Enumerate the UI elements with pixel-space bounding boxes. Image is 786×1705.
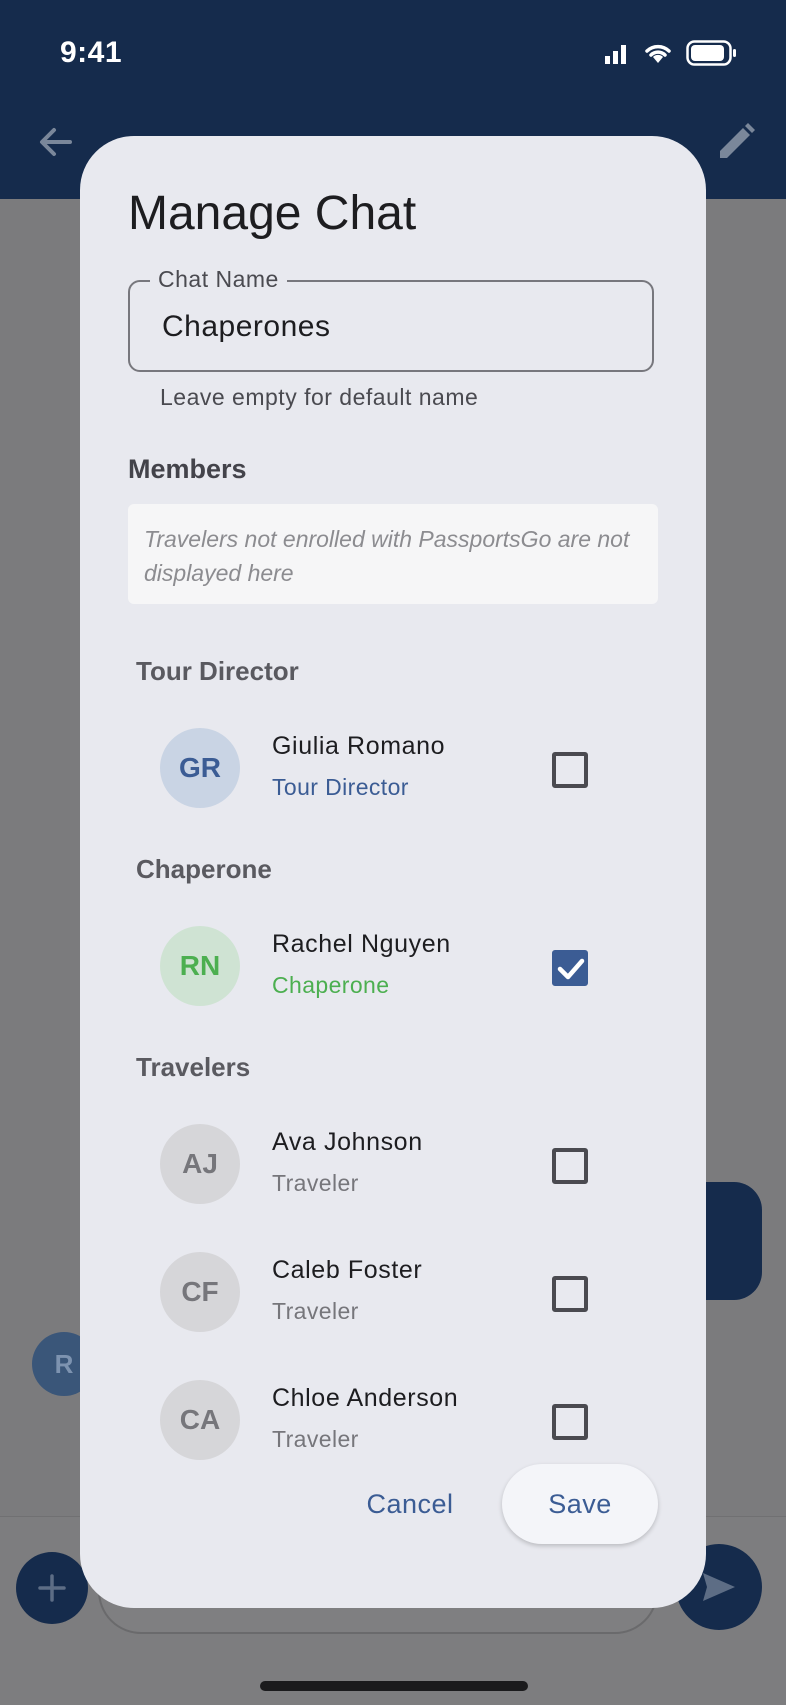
member-row[interactable]: RN Rachel Nguyen Chaperone bbox=[80, 912, 706, 1012]
avatar: AJ bbox=[160, 1124, 240, 1204]
member-role: Traveler bbox=[272, 1298, 359, 1324]
member-checkbox[interactable] bbox=[552, 1276, 588, 1312]
member-role: Traveler bbox=[272, 1426, 359, 1452]
members-list[interactable]: Tour Director GR Giulia Romano Tour Dire… bbox=[80, 636, 706, 1552]
battery-icon bbox=[686, 40, 736, 66]
edit-pencil-icon[interactable] bbox=[714, 120, 758, 164]
chat-name-label: Chat Name bbox=[150, 266, 287, 293]
member-name: Caleb Foster bbox=[272, 1256, 423, 1284]
member-role: Tour Director bbox=[272, 774, 409, 800]
avatar: GR bbox=[160, 728, 240, 808]
dialog-actions: Cancel Save bbox=[80, 1464, 706, 1564]
avatar: RN bbox=[160, 926, 240, 1006]
member-row[interactable]: GR Giulia Romano Tour Director bbox=[80, 714, 706, 814]
member-checkbox[interactable] bbox=[552, 1404, 588, 1440]
signal-icon bbox=[605, 45, 626, 64]
send-icon bbox=[703, 1573, 735, 1601]
status-time: 9:41 bbox=[60, 36, 123, 69]
manage-chat-dialog: Manage Chat Chat Name Chaperones Leave e… bbox=[80, 136, 706, 1608]
section-tour-director: Tour Director bbox=[136, 656, 299, 686]
member-role: Chaperone bbox=[272, 972, 390, 998]
member-row[interactable]: CA Chloe Anderson Traveler bbox=[80, 1366, 706, 1466]
members-title: Members bbox=[128, 454, 247, 484]
member-name: Giulia Romano bbox=[272, 732, 446, 760]
add-attachment-button[interactable] bbox=[16, 1552, 88, 1624]
member-row[interactable]: CF Caleb Foster Traveler bbox=[80, 1238, 706, 1338]
dialog-title: Manage Chat bbox=[128, 187, 417, 240]
member-checkbox[interactable] bbox=[552, 1148, 588, 1184]
section-chaperone: Chaperone bbox=[136, 854, 272, 884]
checkmark-icon bbox=[557, 958, 585, 980]
home-indicator bbox=[260, 1681, 528, 1691]
chat-name-field[interactable]: Chat Name Chaperones bbox=[128, 266, 654, 372]
section-travelers: Travelers bbox=[136, 1052, 251, 1082]
save-button[interactable]: Save bbox=[502, 1464, 658, 1544]
wifi-icon bbox=[645, 44, 671, 63]
member-checkbox[interactable] bbox=[552, 752, 588, 788]
member-name: Rachel Nguyen bbox=[272, 930, 451, 958]
member-name: Chloe Anderson bbox=[272, 1384, 459, 1412]
cancel-button[interactable]: Cancel bbox=[350, 1464, 470, 1544]
member-name: Ava Johnson bbox=[272, 1128, 423, 1156]
status-icons bbox=[604, 40, 738, 66]
members-notice: Travelers not enrolled with PassportsGo … bbox=[128, 504, 658, 604]
member-row[interactable]: AJ Ava Johnson Traveler bbox=[80, 1110, 706, 1210]
chat-name-value[interactable]: Chaperones bbox=[162, 310, 330, 344]
avatar: CA bbox=[160, 1380, 240, 1460]
plus-icon bbox=[38, 1574, 66, 1602]
back-arrow-icon[interactable] bbox=[36, 122, 76, 162]
chat-name-helper: Leave empty for default name bbox=[160, 384, 479, 410]
member-role: Traveler bbox=[272, 1170, 359, 1196]
member-checkbox-checked[interactable] bbox=[552, 950, 588, 986]
avatar: CF bbox=[160, 1252, 240, 1332]
